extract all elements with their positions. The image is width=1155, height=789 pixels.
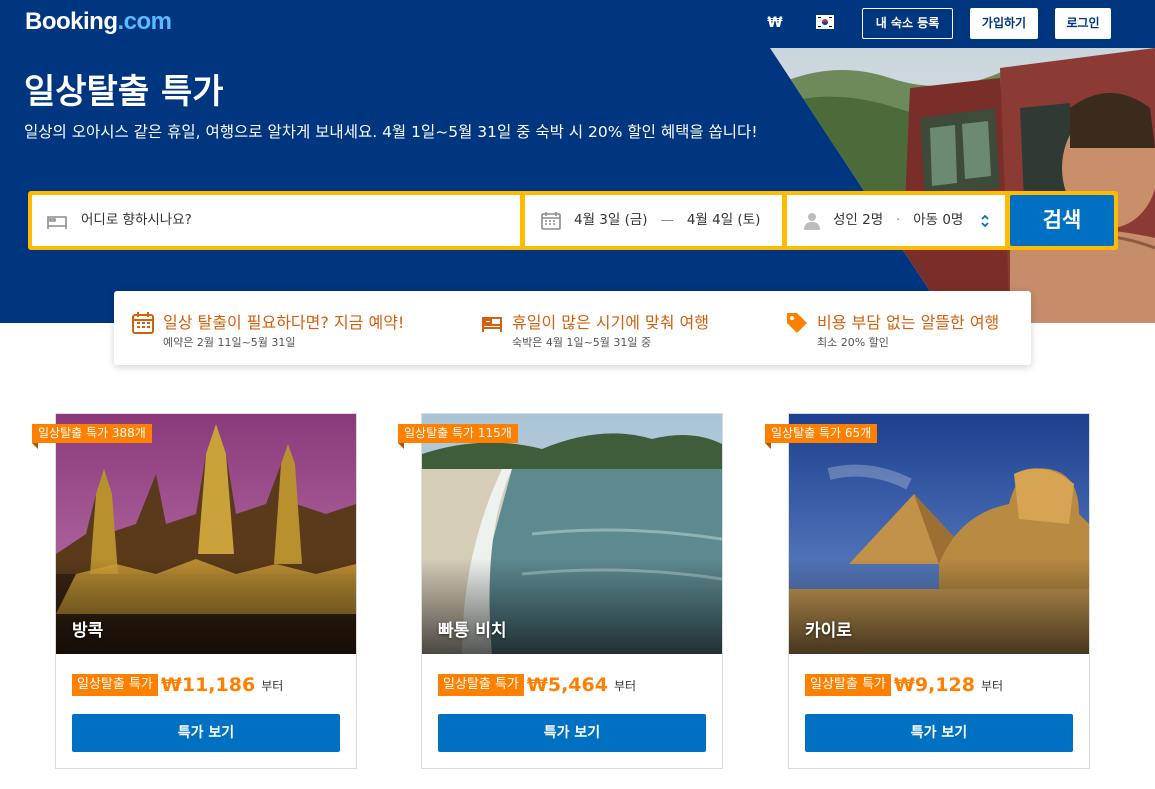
destination-field[interactable]: 어디로 향하시나요?: [32, 195, 520, 246]
guest-separator: ·: [896, 212, 901, 228]
register-button[interactable]: 가입하기: [970, 8, 1038, 39]
hero-subtitle: 일상의 오아시스 같은 휴일, 여행으로 알차게 보내세요. 4월 1일~5월 …: [24, 123, 758, 141]
see-deals-button[interactable]: 특가 보기: [438, 714, 706, 752]
adults-count: 성인 2명: [833, 212, 884, 228]
destination-card[interactable]: 빠통 비치 일상탈출 특가 115개 일상탈출 특가 ₩5,464 부터 특가 보기: [398, 413, 723, 769]
deal-badge: 일상탈출 특가: [72, 674, 158, 696]
benefit-title: 비용 부담 없는 알뜰한 여행: [817, 313, 1000, 332]
list-property-button[interactable]: 내 숙소 등록: [862, 8, 953, 39]
booking-logo[interactable]: Booking.com: [25, 8, 172, 36]
benefit-subtitle: 숙박은 4월 1일~5월 31일 중: [512, 336, 652, 349]
checkout-date[interactable]: 4월 4일 (토): [687, 212, 761, 228]
price-row: 일상탈출 특가 ₩11,186 부터: [72, 674, 283, 698]
currency-selector[interactable]: ₩: [765, 12, 785, 34]
deal-badge: 일상탈출 특가: [438, 674, 524, 696]
deal-count-ribbon: 일상탈출 특가 115개: [398, 424, 518, 449]
bed-icon: [480, 311, 504, 335]
dates-field[interactable]: 4월 3일 (금) — 4월 4일 (토): [525, 195, 782, 246]
price-from-label: 부터: [613, 678, 637, 693]
destination-card[interactable]: 카이로 일상탈출 특가 65개 일상탈출 특가 ₩9,128 부터 특가 보기: [765, 413, 1090, 769]
kr-flag-icon[interactable]: [816, 14, 834, 29]
price-from-label: 부터: [980, 678, 1004, 693]
price-from-label: 부터: [261, 678, 284, 693]
destination-card[interactable]: 방콕 일상탈출 특가 388개 일상탈출 특가 ₩11,186 부터 특가 보기: [32, 413, 357, 769]
page-title: 일상탈출 특가: [24, 72, 224, 112]
deal-count-ribbon: 일상탈출 특가 388개: [32, 424, 152, 449]
benefit-subtitle: 예약은 2월 11일~5월 31일: [163, 336, 296, 349]
calendar-icon: [131, 311, 155, 335]
city-name: 방콕: [72, 621, 104, 641]
price: ₩5,464: [526, 674, 608, 696]
person-icon: [801, 211, 823, 231]
benefits-panel: 일상 탈출이 필요하다면? 지금 예약! 예약은 2월 11일~5월 31일 휴…: [114, 291, 1031, 365]
price-row: 일상탈출 특가 ₩5,464 부터: [438, 674, 636, 698]
bed-icon: [46, 211, 68, 231]
price: ₩9,128: [893, 674, 975, 696]
hero-train-photo: [770, 48, 1155, 323]
guests-field[interactable]: 성인 2명 · 아동 0명: [787, 195, 1005, 246]
benefit-title: 일상 탈출이 필요하다면? 지금 예약!: [163, 313, 405, 332]
search-bar: 어디로 향하시나요? 4월 3일 (금) — 4월 4일 (토) 성인 2명 ·…: [28, 191, 1118, 250]
benefit-title: 휴일이 많은 시기에 맞춰 여행: [512, 313, 709, 332]
search-button[interactable]: 검색: [1010, 195, 1114, 246]
calendar-icon: [540, 211, 562, 231]
sign-in-button[interactable]: 로그인: [1055, 8, 1111, 39]
destination-input[interactable]: 어디로 향하시나요?: [81, 195, 192, 246]
children-count: 아동 0명: [913, 212, 964, 228]
see-deals-button[interactable]: 특가 보기: [805, 714, 1073, 752]
checkin-date[interactable]: 4월 3일 (금): [574, 212, 648, 228]
city-name: 카이로: [805, 621, 852, 641]
price-row: 일상탈출 특가 ₩9,128 부터: [805, 674, 1003, 698]
hero-banner: Booking.com ₩ 내 숙소 등록 가입하기 로그인 일상탈출 특가 일…: [0, 0, 1155, 323]
benefit-subtitle: 최소 20% 할인: [817, 336, 889, 349]
city-name: 빠통 비치: [438, 621, 507, 641]
price: ₩11,186: [160, 674, 256, 696]
deal-badge: 일상탈출 특가: [805, 674, 891, 696]
tag-icon: [785, 311, 809, 335]
chevron-updown-icon[interactable]: [979, 213, 991, 229]
deal-count-ribbon: 일상탈출 특가 65개: [765, 424, 878, 449]
see-deals-button[interactable]: 특가 보기: [72, 714, 340, 752]
date-separator: —: [660, 212, 674, 228]
